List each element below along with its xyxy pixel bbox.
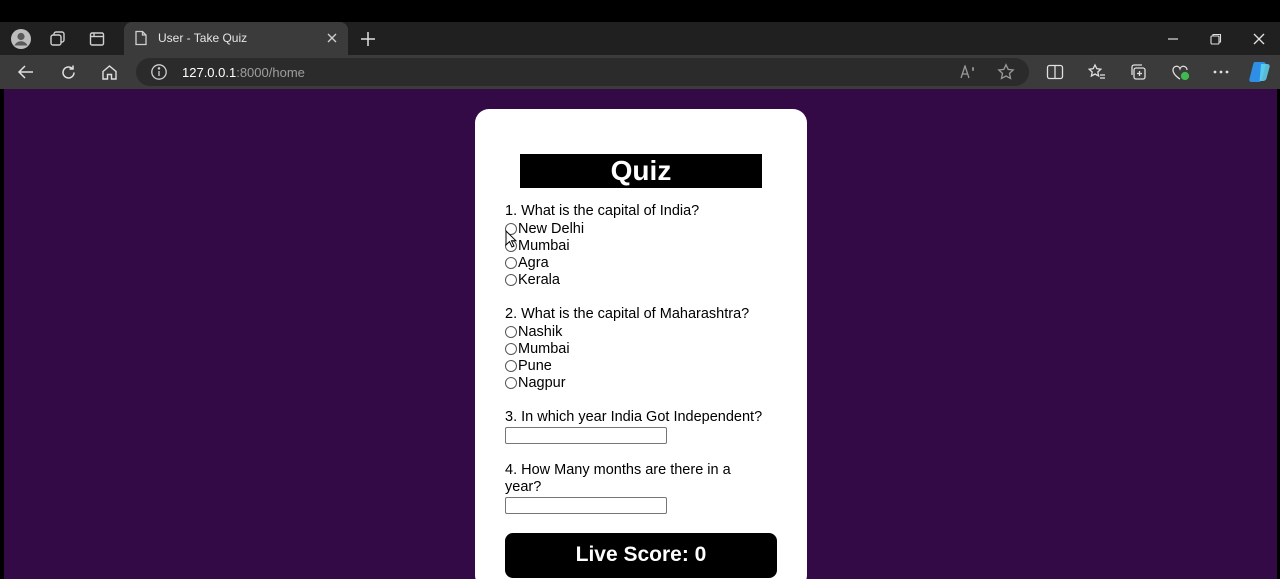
radio-button[interactable] [505, 256, 517, 269]
option-label: Agra [518, 254, 549, 271]
close-window-icon[interactable] [1245, 27, 1273, 51]
new-tab-icon[interactable] [356, 27, 380, 51]
radio-button[interactable] [505, 342, 517, 355]
tab-active[interactable]: User - Take Quiz [124, 22, 348, 55]
profile-avatar-icon[interactable] [9, 27, 33, 51]
option-label: Mumbai [518, 340, 570, 357]
live-score-display: Live Score: 0 [505, 533, 777, 578]
site-info-icon[interactable] [150, 63, 168, 86]
question-2-option-3[interactable]: Pune [505, 357, 552, 374]
question-4-text-line-1: 4. How Many months are there in a [505, 462, 731, 478]
page-icon [134, 30, 148, 51]
radio-button[interactable] [505, 376, 517, 389]
restore-icon[interactable] [1202, 27, 1230, 51]
tab-actions-icon[interactable] [85, 27, 109, 51]
option-label: Kerala [518, 271, 560, 288]
question-2-option-1[interactable]: Nashik [505, 323, 562, 340]
radio-button[interactable] [505, 359, 517, 372]
read-aloud-icon[interactable] [958, 62, 980, 82]
question-3-text: 3. In which year India Got Independent? [505, 409, 763, 425]
option-label: Nashik [518, 323, 563, 340]
refresh-icon[interactable] [56, 60, 80, 84]
question-4-answer-input[interactable] [505, 497, 667, 514]
collections-icon[interactable] [1126, 60, 1150, 84]
question-2-option-2[interactable]: Mumbai [505, 340, 570, 357]
navigation-bar: 127.0.0.1:8000/home [0, 55, 1280, 89]
option-label: Pune [518, 357, 552, 374]
url-text: 127.0.0.1:8000/home [182, 65, 305, 80]
url-path: :8000/home [236, 65, 305, 80]
home-icon[interactable] [97, 60, 121, 84]
more-options-icon[interactable] [1209, 60, 1233, 84]
mouse-cursor-icon [505, 229, 518, 253]
question-1-option-3[interactable]: Agra [505, 254, 549, 271]
favorite-star-icon[interactable] [995, 62, 1017, 82]
question-1-text: 1. What is the capital of India? [505, 203, 700, 219]
url-host: 127.0.0.1 [182, 65, 237, 80]
option-label: New Delhi [518, 220, 585, 237]
close-tab-icon[interactable] [322, 28, 342, 48]
copilot-icon[interactable] [1248, 60, 1272, 84]
tab-title: User - Take Quiz [158, 31, 248, 45]
question-4-text-line-2: year? [505, 479, 542, 495]
favorites-icon[interactable] [1085, 60, 1109, 84]
back-icon[interactable] [14, 60, 38, 84]
radio-button[interactable] [505, 325, 517, 338]
page-viewport: Quiz 1. What is the capital of India? Ne… [4, 89, 1277, 579]
address-bar[interactable]: 127.0.0.1:8000/home [136, 58, 1029, 86]
question-2-option-4[interactable]: Nagpur [505, 374, 566, 391]
minimize-icon[interactable] [1159, 27, 1187, 51]
window-top-strip [0, 0, 1280, 22]
question-2-text: 2. What is the capital of Maharashtra? [505, 306, 750, 322]
option-label: Nagpur [518, 374, 566, 391]
browser-essentials-icon[interactable] [1168, 60, 1192, 84]
split-screen-icon[interactable] [1043, 60, 1067, 84]
question-1-option-4[interactable]: Kerala [505, 271, 560, 288]
quiz-title: Quiz [520, 154, 762, 188]
option-label: Mumbai [518, 237, 570, 254]
quiz-card: Quiz 1. What is the capital of India? Ne… [475, 109, 807, 579]
radio-button[interactable] [505, 273, 517, 286]
question-3-answer-input[interactable] [505, 427, 667, 444]
workspaces-icon[interactable] [46, 27, 70, 51]
